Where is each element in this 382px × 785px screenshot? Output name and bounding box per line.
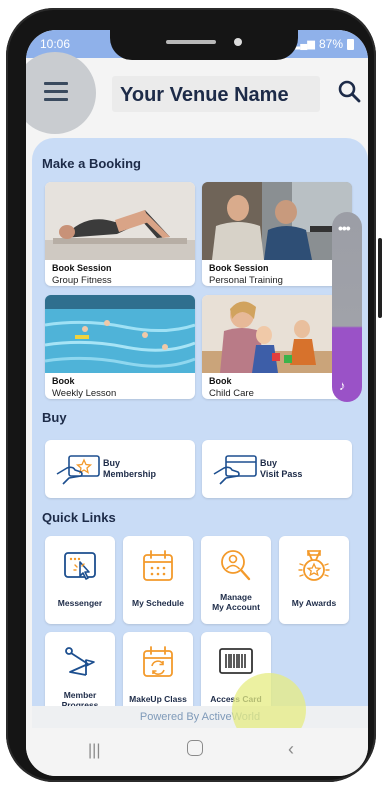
app-screen: 10:06 ▂▄▆ 87% Your Venue Name Make a Boo bbox=[26, 30, 368, 776]
quick-link-label: Manage My Account bbox=[203, 592, 269, 612]
quick-links-section-title: Quick Links bbox=[42, 510, 116, 525]
card-label-action: Book Session bbox=[52, 263, 112, 273]
powered-by-footer: Powered By ActiveWorld bbox=[32, 706, 368, 728]
status-time: 10:06 bbox=[40, 37, 71, 51]
quick-link-label: My Schedule bbox=[132, 598, 184, 608]
quick-link-my-schedule[interactable]: My Schedule bbox=[123, 536, 193, 624]
booking-card-child-care[interactable]: Book Child Care bbox=[202, 295, 352, 399]
recent-apps-icon[interactable]: ||| bbox=[88, 742, 100, 760]
phone-frame: 10:06 ▂▄▆ 87% Your Venue Name Make a Boo bbox=[6, 8, 382, 782]
progress-flag-icon bbox=[65, 647, 95, 676]
buy-visit-pass-button[interactable]: Buy Visit Pass bbox=[202, 440, 352, 498]
child-care-photo bbox=[202, 295, 352, 373]
booking-card-weekly-lesson[interactable]: Book Weekly Lesson bbox=[45, 295, 195, 399]
back-icon[interactable]: ‹ bbox=[288, 739, 294, 760]
quick-link-messenger[interactable]: Messenger bbox=[45, 536, 115, 624]
app-header: Your Venue Name bbox=[26, 52, 368, 134]
more-options-icon[interactable]: ••• bbox=[338, 220, 351, 236]
android-nav-bar: ||| ‹ bbox=[26, 728, 368, 776]
search-icon[interactable] bbox=[336, 78, 364, 106]
quick-link-label: Messenger bbox=[57, 598, 103, 608]
camera-notch bbox=[110, 30, 298, 60]
quick-link-label-line1: Manage bbox=[220, 592, 252, 602]
status-right: ▂▄▆ 87% bbox=[293, 37, 354, 51]
calendar-refresh-icon bbox=[143, 646, 173, 677]
weekly-lesson-photo bbox=[45, 295, 195, 373]
group-fitness-photo bbox=[45, 182, 195, 260]
card-label-action: Book bbox=[209, 376, 232, 386]
messenger-icon bbox=[64, 552, 96, 580]
venue-title: Your Venue Name bbox=[120, 84, 289, 106]
buy-section-title: Buy bbox=[42, 410, 67, 425]
buy-membership-button[interactable]: Buy Membership bbox=[45, 440, 195, 498]
booking-card-group-fitness[interactable]: Book Session Group Fitness bbox=[45, 182, 195, 286]
quick-link-manage-account[interactable]: Manage My Account bbox=[201, 536, 271, 624]
medal-icon bbox=[298, 550, 330, 581]
quick-link-my-awards[interactable]: My Awards bbox=[279, 536, 349, 624]
magnifier-person-icon bbox=[221, 550, 251, 581]
card-label-name: Group Fitness bbox=[52, 275, 112, 286]
booking-section-title: Make a Booking bbox=[42, 156, 141, 171]
buy-label-line2: Membership bbox=[103, 469, 157, 479]
speaker-grille bbox=[166, 40, 216, 44]
quick-link-label-line1: Member bbox=[63, 690, 97, 700]
music-note-icon[interactable]: ♪ bbox=[339, 378, 346, 393]
buy-membership-label: Buy Membership bbox=[103, 458, 156, 480]
personal-training-photo bbox=[202, 182, 352, 260]
menu-button[interactable] bbox=[26, 52, 96, 134]
main-content: Make a Booking Book Session Group Fitnes… bbox=[32, 138, 368, 728]
card-label-name: Weekly Lesson bbox=[52, 388, 117, 399]
card-label-name: Child Care bbox=[209, 388, 254, 399]
star-card-icon bbox=[56, 455, 100, 485]
hamburger-icon bbox=[44, 82, 68, 101]
card-label-action: Book Session bbox=[209, 263, 269, 273]
barcode-icon bbox=[219, 648, 253, 674]
quick-link-label-line2: My Account bbox=[212, 602, 260, 612]
front-camera bbox=[234, 38, 242, 46]
buy-visit-pass-label: Buy Visit Pass bbox=[260, 458, 302, 480]
card-label-name: Personal Training bbox=[209, 275, 283, 286]
quick-link-label: MakeUp Class bbox=[129, 694, 187, 704]
floating-audio-widget[interactable]: ••• ♪ bbox=[332, 212, 362, 402]
calendar-icon bbox=[143, 550, 173, 581]
home-icon[interactable] bbox=[187, 740, 203, 756]
buy-label-line1: Buy bbox=[103, 458, 121, 468]
quick-link-label: My Awards bbox=[291, 598, 337, 608]
booking-card-personal-training[interactable]: Book Session Personal Training bbox=[202, 182, 352, 286]
battery-icon bbox=[347, 38, 354, 50]
card-label-action: Book bbox=[52, 376, 75, 386]
buy-label-line2: Visit Pass bbox=[260, 469, 303, 479]
card-hand-icon bbox=[213, 455, 257, 485]
buy-label-line1: Buy bbox=[260, 458, 278, 468]
battery-level: 87% bbox=[318, 37, 343, 51]
